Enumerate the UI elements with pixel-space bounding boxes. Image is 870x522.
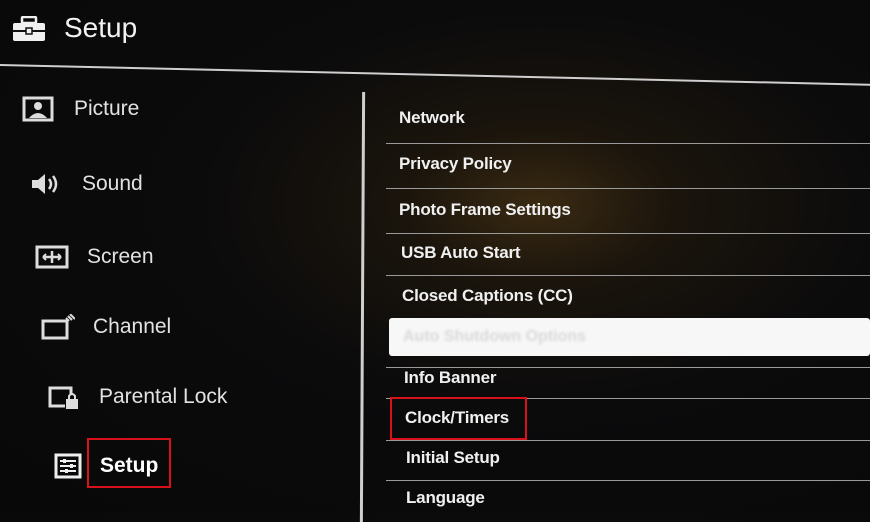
speaker-icon bbox=[30, 171, 64, 197]
annotation-box-clock-timers bbox=[390, 397, 527, 440]
title-bar: Setup bbox=[0, 0, 870, 62]
sidebar-item-label: Screen bbox=[87, 245, 154, 268]
menu-separator bbox=[386, 233, 870, 234]
menu-item-label: Network bbox=[399, 108, 465, 127]
menu-item-label: Auto Shutdown Options bbox=[403, 328, 587, 345]
setup-menu: Network Privacy Policy Photo Frame Setti… bbox=[386, 90, 870, 513]
setup-icon bbox=[54, 453, 88, 479]
menu-separator bbox=[386, 143, 870, 144]
sidebar-item-label: Channel bbox=[93, 315, 172, 338]
picture-icon bbox=[22, 96, 56, 122]
menu-item-label: USB Auto Start bbox=[401, 243, 521, 262]
menu-separator bbox=[386, 480, 870, 481]
menu-item-label: Photo Frame Settings bbox=[399, 200, 571, 219]
sidebar-item-label: Parental Lock bbox=[99, 385, 228, 408]
menu-separator bbox=[386, 275, 870, 276]
screen-icon bbox=[35, 244, 69, 270]
menu-item-label: Closed Captions (CC) bbox=[402, 286, 573, 305]
menu-item-highlighted[interactable]: Auto Shutdown Options bbox=[389, 318, 870, 356]
menu-item-label: Privacy Policy bbox=[399, 154, 512, 173]
category-sidebar: Picture Sound Screen Channel Parental Lo… bbox=[0, 80, 360, 513]
menu-separator bbox=[386, 188, 870, 189]
pane-divider bbox=[359, 91, 366, 522]
menu-separator bbox=[386, 440, 870, 441]
menu-item-label: Info Banner bbox=[404, 368, 497, 387]
sidebar-item-label: Sound bbox=[82, 172, 143, 195]
page-title: Setup bbox=[64, 12, 138, 43]
annotation-box-setup bbox=[87, 438, 171, 488]
sidebar-item-screen[interactable]: Screen bbox=[35, 244, 154, 270]
sidebar-item-channel[interactable]: Channel bbox=[41, 314, 171, 340]
toolbox-icon bbox=[12, 15, 46, 42]
menu-item-label: Initial Setup bbox=[406, 448, 500, 467]
sidebar-item-label: Picture bbox=[74, 97, 140, 120]
menu-item-label: Language bbox=[406, 488, 485, 507]
parental-lock-icon bbox=[47, 384, 81, 410]
sidebar-item-sound[interactable]: Sound bbox=[30, 171, 143, 197]
sidebar-item-parental-lock[interactable]: Parental Lock bbox=[47, 384, 227, 410]
sidebar-item-picture[interactable]: Picture bbox=[22, 96, 139, 122]
channel-icon bbox=[41, 314, 75, 340]
